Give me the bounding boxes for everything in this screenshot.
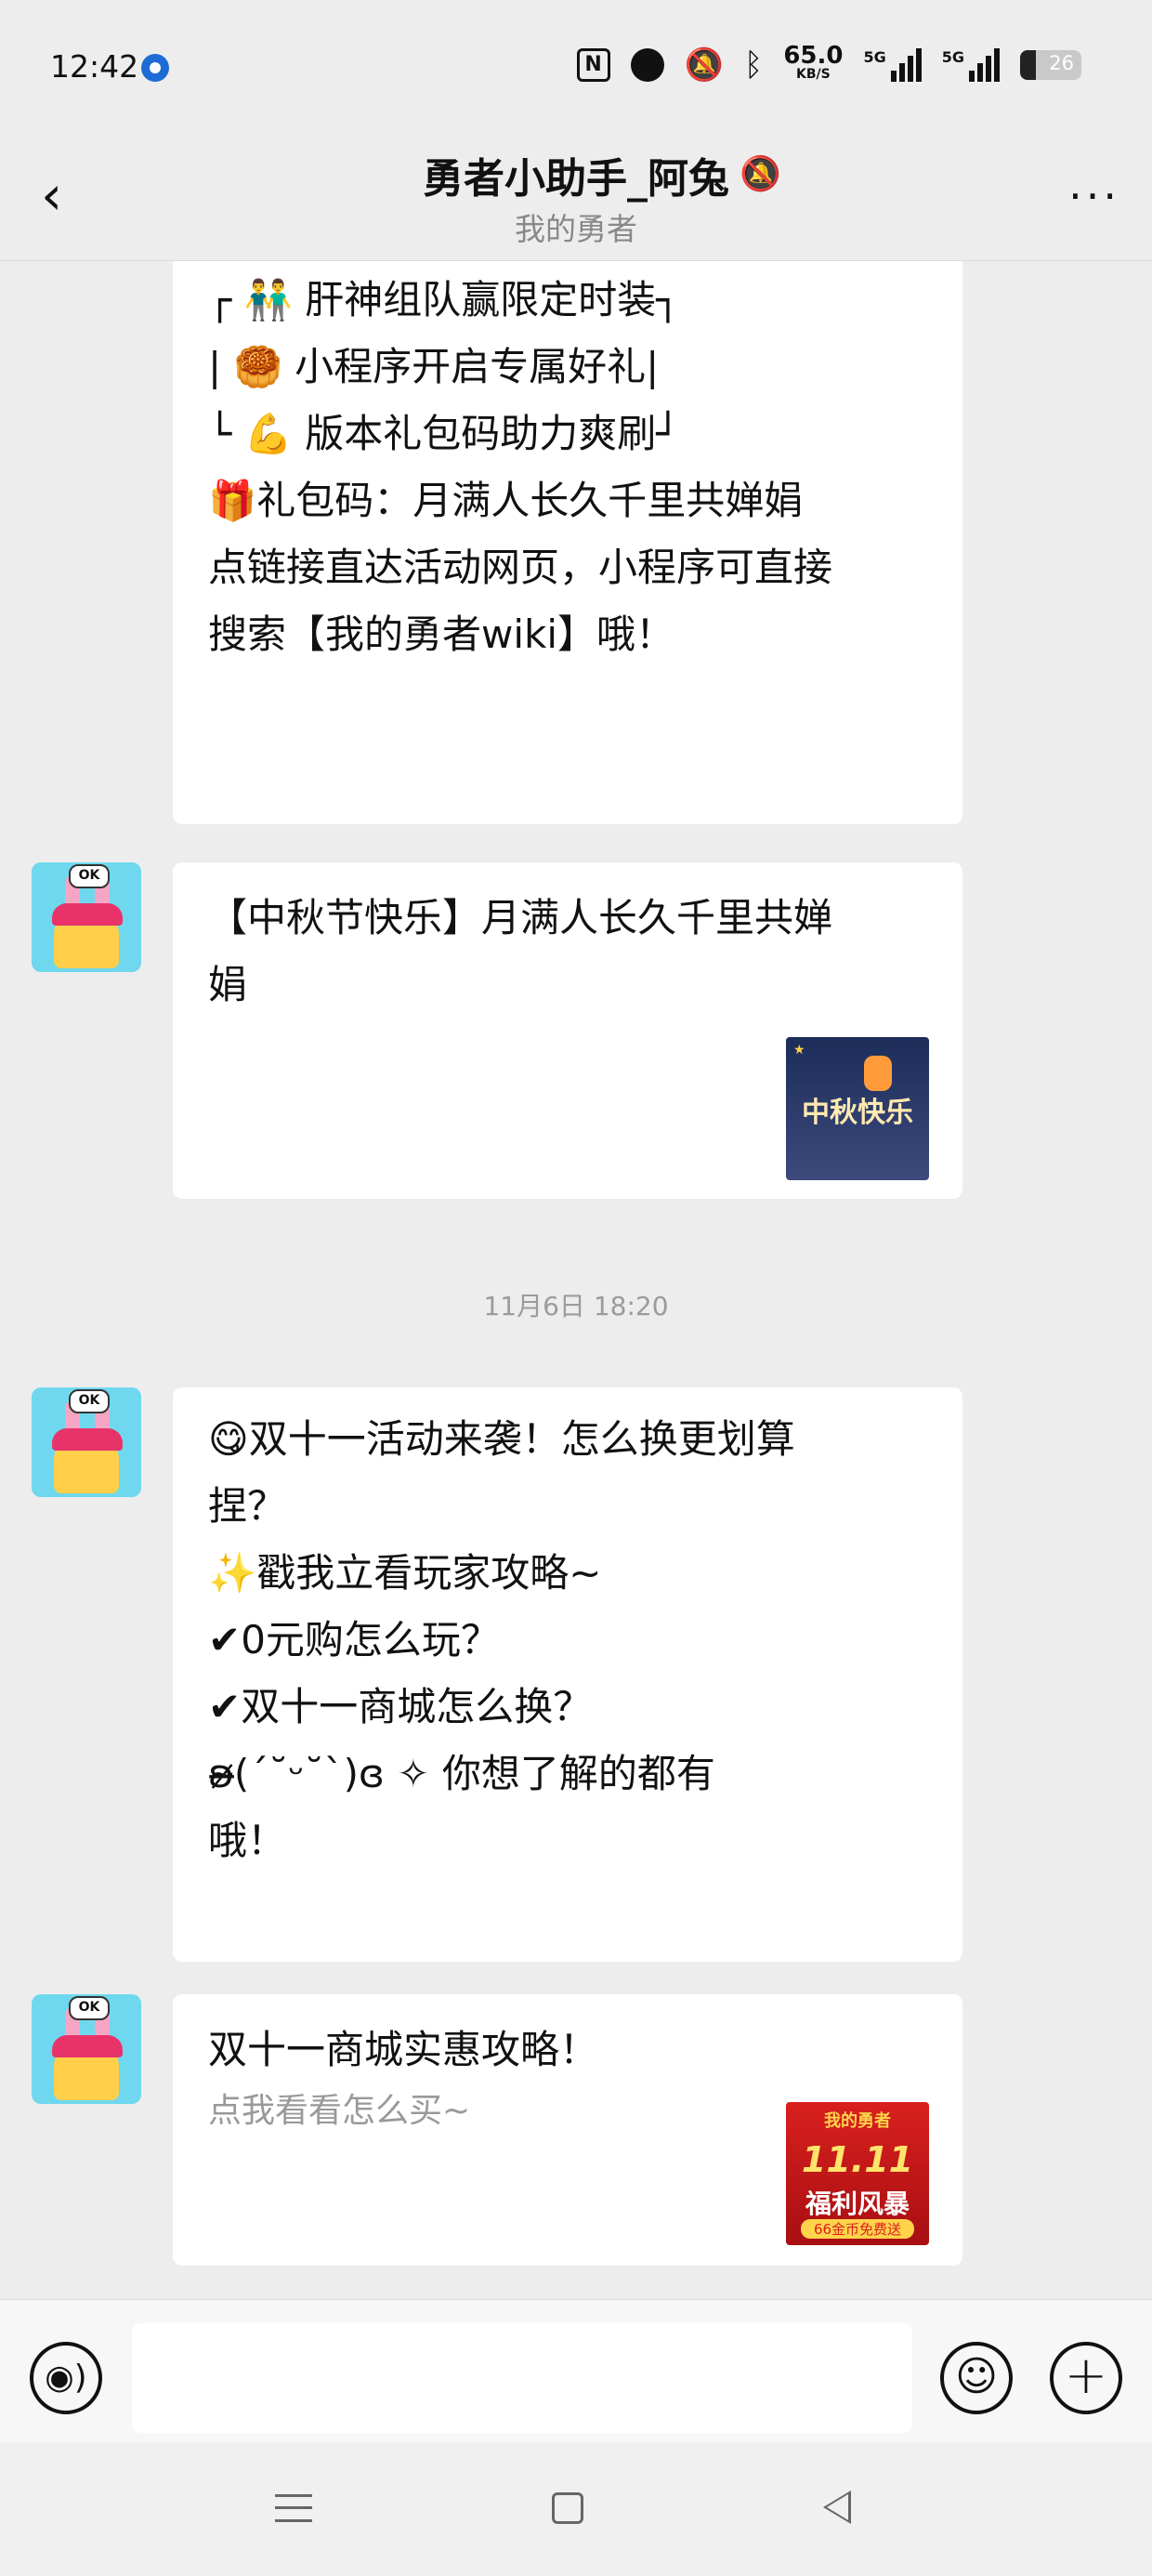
message-line: ┌ 👬 肝神组队赢限定时装┐ <box>208 277 680 322</box>
message-line: ✔双十一商城怎么换？ <box>208 1684 593 1729</box>
card-title-line: 【中秋节快乐】月满人长久千里共婵 <box>208 895 833 940</box>
input-bar: ◉) ☺ + <box>0 2299 1152 2443</box>
thumbnail-date: 11.11 <box>801 2139 914 2180</box>
timestamp: 11月6日 18:20 <box>483 1291 669 1321</box>
system-nav-bar <box>0 2442 1152 2576</box>
emoji-button[interactable]: ☺ <box>940 2342 1013 2414</box>
message-line: ✨戳我立看玩家攻略~ <box>208 1550 602 1596</box>
chat-header: ‹ 勇者小助手_阿兔 🔕 我的勇者 ··· <box>0 130 1152 261</box>
more-actions-button[interactable]: + <box>1050 2342 1122 2414</box>
card-thumbnail: ★ 中秋快乐 <box>786 1037 929 1180</box>
back-nav-button[interactable] <box>823 2491 851 2524</box>
message-line: 哦！ <box>208 1818 287 1863</box>
sender-avatar[interactable]: OK <box>32 1387 141 1497</box>
battery-icon: 26 <box>1020 50 1081 80</box>
link-card[interactable]: 【中秋节快乐】月满人长久千里共婵 娟 ★ 中秋快乐 <box>173 862 962 1199</box>
thumbnail-text: 中秋快乐 <box>802 1097 913 1129</box>
lantern-icon <box>864 1056 892 1091</box>
muted-bell-icon: 🔕 <box>740 155 781 193</box>
message-line: 🎁礼包码：月满人长久千里共婵娟 <box>208 478 804 523</box>
message-bubble[interactable]: 😋双十一活动来袭！怎么换更划算 捏？ ✨戳我立看玩家攻略~ ✔0元购怎么玩？ ✔… <box>173 1387 962 1962</box>
chat-body[interactable]: ┌ 👬 肝神组队赢限定时装┐ | 🥮 小程序开启专属好礼| └ 💪 版本礼包码助… <box>0 261 1152 2299</box>
thumbnail-brand: 我的勇者 <box>824 2111 891 2131</box>
battery-level: 26 <box>1049 52 1074 74</box>
ok-badge-icon: OK <box>69 864 110 888</box>
bluetooth-icon: ᛒ <box>743 46 764 84</box>
signal-2-label: 5G <box>941 48 964 66</box>
gauge-icon <box>630 48 664 82</box>
ok-badge-icon: OK <box>69 1389 110 1413</box>
plus-icon: + <box>1064 2346 1108 2406</box>
chat-subtitle: 我的勇者 <box>515 211 637 247</box>
thumbnail-headline: 福利风暴 <box>805 2188 910 2219</box>
message-line: 搜索【我的勇者wiki】哦！ <box>208 611 675 657</box>
mute-bell-icon: 🔕 <box>684 46 724 84</box>
signal-icon-1: 5G <box>863 48 922 82</box>
home-button[interactable] <box>552 2492 583 2524</box>
card-title-line: 娟 <box>208 962 248 1007</box>
message-line: ✔0元购怎么玩？ <box>208 1617 500 1663</box>
smiley-icon: ☺ <box>955 2353 998 2400</box>
status-icons: N 🔕 ᛒ 65.0 KB/S 5G 5G 26 <box>576 44 1081 84</box>
notification-app-icon <box>141 54 169 82</box>
status-bar: 12:42 N 🔕 ᛒ 65.0 KB/S 5G 5G 26 <box>0 0 1152 130</box>
message-line: ʚ̴̶̷(ˊ˘ᵕ˘ˋ)ɞ ✧ 你想了解的都有 <box>208 1751 715 1796</box>
message-line: 点链接直达活动网页，小程序可直接 <box>208 545 833 590</box>
network-speed: 65.0 KB/S <box>783 44 843 84</box>
message-bubble[interactable]: ┌ 👬 肝神组队赢限定时装┐ | 🥮 小程序开启专属好礼| └ 💪 版本礼包码助… <box>173 261 962 824</box>
link-card[interactable]: 双十一商城实惠攻略！ 点我看看怎么买~ 我的勇者 11.11 福利风暴 66金币… <box>173 1994 962 2266</box>
signal-icon-2: 5G <box>942 48 1000 82</box>
sender-avatar[interactable]: OK <box>32 1994 141 2104</box>
message-line: 😋双十一活动来袭！怎么换更划算 <box>208 1416 795 1462</box>
message-line: └ 💪 版本礼包码助力爽刷┘ <box>208 411 680 456</box>
battery-fill <box>1020 50 1037 80</box>
voice-icon: ◉) <box>45 2359 87 2397</box>
chat-title: 勇者小助手_阿兔 <box>423 155 729 203</box>
voice-input-button[interactable]: ◉) <box>30 2342 102 2414</box>
sender-avatar[interactable]: OK <box>32 862 141 972</box>
card-title: 双十一商城实惠攻略！ <box>208 2027 599 2072</box>
recent-apps-button[interactable] <box>275 2494 312 2522</box>
ok-badge-icon: OK <box>69 1996 110 2020</box>
status-time: 12:42 <box>50 48 139 85</box>
signal-1-label: 5G <box>863 48 886 66</box>
message-line: 捏？ <box>208 1483 287 1529</box>
more-options-button[interactable]: ··· <box>1068 175 1120 217</box>
thumbnail-tagline: 66金币免费送 <box>801 2219 914 2239</box>
card-thumbnail: 我的勇者 11.11 福利风暴 66金币免费送 <box>786 2102 929 2245</box>
message-line: | 🥮 小程序开启专属好礼| <box>208 344 660 389</box>
nfc-icon: N <box>576 48 610 82</box>
message-input[interactable] <box>132 2323 912 2433</box>
